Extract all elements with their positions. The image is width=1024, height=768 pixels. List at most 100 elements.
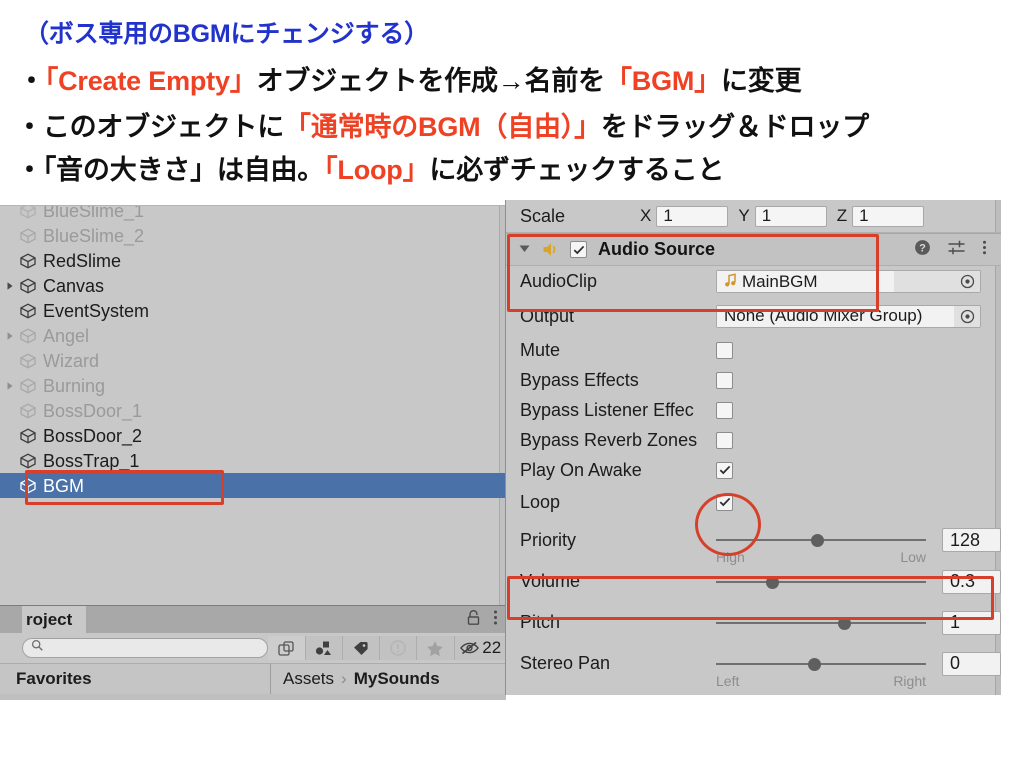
bypass-effects-checkbox[interactable] xyxy=(716,371,733,389)
expand-triangle-icon[interactable] xyxy=(2,328,18,344)
search-input[interactable] xyxy=(22,638,269,658)
bypass-reverb-zones-row[interactable]: Bypass Reverb Zones xyxy=(506,425,1001,455)
hierarchy-item-label: RedSlime xyxy=(43,250,122,271)
priority-value-input[interactable]: 128 xyxy=(942,528,1001,552)
play-on-awake-row[interactable]: Play On Awake xyxy=(506,455,1001,485)
hierarchy-item-bosstrap-1[interactable]: BossTrap_1 xyxy=(0,448,506,473)
mute-label: Mute xyxy=(520,339,561,360)
slider-track xyxy=(716,580,926,583)
audioclip-object-field[interactable]: MainBGM xyxy=(716,270,981,293)
pitch-slider[interactable] xyxy=(716,608,926,638)
axis-label-z: Z xyxy=(836,206,848,225)
audio-source-component-header[interactable]: Audio Source ? xyxy=(506,233,1001,266)
slider-knob[interactable] xyxy=(808,657,822,671)
bypass-effects-row[interactable]: Bypass Effects xyxy=(506,365,1001,395)
volume-label: Volume xyxy=(520,571,581,591)
priority-row[interactable]: Priority High Low 128 xyxy=(506,519,1001,565)
hierarchy-item-bossdoor-2[interactable]: BossDoor_2 xyxy=(0,423,506,448)
breadcrumb-mysounds[interactable]: MySounds xyxy=(354,669,440,689)
bypass-reverb-zones-checkbox[interactable] xyxy=(716,431,733,449)
expand-triangle-icon[interactable] xyxy=(2,378,18,394)
gameobject-cube-icon xyxy=(18,327,38,345)
kebab-menu-icon[interactable] xyxy=(982,239,987,261)
bypass-listener-effects-row[interactable]: Bypass Listener Effec xyxy=(506,395,1001,425)
slider-knob[interactable] xyxy=(837,616,851,630)
volume-row[interactable]: Volume 0.3 xyxy=(506,561,1001,602)
scale-x-input[interactable]: 1 xyxy=(656,205,729,227)
mute-row[interactable]: Mute xyxy=(506,335,1001,365)
slider-knob[interactable] xyxy=(766,575,780,589)
loop-row[interactable]: Loop xyxy=(506,485,1001,519)
hierarchy-item-bossdoor-1[interactable]: BossDoor_1 xyxy=(0,398,506,423)
bypass-listener-effects-checkbox[interactable] xyxy=(716,401,733,419)
output-object-field[interactable]: None (Audio Mixer Group) xyxy=(716,304,981,328)
hierarchy-item-blueslime-2[interactable]: BlueSlime_2 xyxy=(0,223,506,248)
hierarchy-item-wizard[interactable]: Wizard xyxy=(0,348,506,373)
preset-sliders-icon[interactable] xyxy=(947,239,966,261)
hierarchy-item-bgm[interactable]: BGM xyxy=(0,473,506,498)
bullet-1-part-2: オブジェクトを作成→名前を xyxy=(256,66,606,96)
scale-z-input[interactable]: 1 xyxy=(852,205,925,227)
inspector-panel[interactable]: Scale X 1 Y 1 Z 1 Audio Source ? AudioCl… xyxy=(505,200,1001,695)
priority-slider[interactable]: High Low xyxy=(716,525,926,565)
object-picker-icon[interactable] xyxy=(954,271,980,292)
breadcrumb-assets[interactable]: Assets xyxy=(283,669,334,689)
gameobject-cube-icon xyxy=(18,352,38,370)
hierarchy-item-label: Angel xyxy=(43,325,90,346)
search-popout-button[interactable] xyxy=(268,636,305,660)
hidden-items-icon-button[interactable]: 22 xyxy=(453,636,506,660)
scale-label: Scale xyxy=(520,205,566,226)
hierarchy-item-blueslime-1[interactable]: BlueSlime_1 xyxy=(0,206,506,223)
slide-title: （ボス専用のBGMにチェンジする） xyxy=(24,20,429,48)
stereo-pan-slider[interactable]: Left Right xyxy=(716,649,926,689)
stereo-pan-value-input[interactable]: 0 xyxy=(942,651,1001,676)
slide-text-block: （ボス専用のBGMにチェンジする） ・「Create Empty」オブジェクトを… xyxy=(0,0,1024,205)
stereo-pan-slider-end-labels: Left Right xyxy=(716,673,926,689)
hierarchy-panel[interactable]: BlueSlime_1 BlueSlime_2 RedSlime Canvas xyxy=(0,205,506,606)
hierarchy-item-redslime[interactable]: RedSlime xyxy=(0,248,506,273)
hierarchy-item-eventsystem[interactable]: EventSystem xyxy=(0,298,506,323)
label-filter-icon-button[interactable] xyxy=(341,636,380,660)
bullet-3-part-1: 「音の大きさ」は自由。 xyxy=(42,155,325,185)
favorites-label[interactable]: Favorites xyxy=(0,669,270,689)
foldout-triangle-down-icon[interactable] xyxy=(518,241,531,259)
tab-project[interactable]: roject xyxy=(22,606,87,633)
output-row[interactable]: Output None (Audio Mixer Group) xyxy=(506,297,1001,335)
favorite-star-icon-button[interactable] xyxy=(416,636,454,660)
scale-y-input[interactable]: 1 xyxy=(754,205,827,227)
hierarchy-item-angel[interactable]: Angel xyxy=(0,323,506,348)
volume-value-input[interactable]: 0.3 xyxy=(942,569,1001,594)
gameobject-cube-icon xyxy=(18,277,38,295)
play-on-awake-checkbox[interactable] xyxy=(716,461,733,479)
slide-page: （ボス専用のBGMにチェンジする） ・「Create Empty」オブジェクトを… xyxy=(0,0,1024,768)
bullet-marker: ・ xyxy=(16,112,43,142)
lock-icon[interactable] xyxy=(466,609,481,631)
scale-z-axis: Z 1 xyxy=(836,205,925,227)
object-picker-icon[interactable] xyxy=(954,305,980,327)
audioclip-row[interactable]: AudioClip MainBGM xyxy=(506,266,1001,297)
help-icon[interactable]: ? xyxy=(914,239,931,261)
type-filter-icon-button[interactable] xyxy=(304,636,342,660)
hierarchy-item-canvas[interactable]: Canvas xyxy=(0,273,506,298)
audio-source-enabled-checkbox[interactable] xyxy=(570,241,587,258)
slider-knob[interactable] xyxy=(810,534,824,547)
transform-scale-row[interactable]: Scale X 1 Y 1 Z 1 xyxy=(506,200,1001,233)
hierarchy-item-burning[interactable]: Burning xyxy=(0,373,506,398)
gameobject-cube-icon xyxy=(18,206,38,220)
bullet-1-part-1: 「Create Empty」 xyxy=(44,66,257,96)
volume-slider[interactable] xyxy=(716,567,926,597)
project-panel[interactable]: roject 22 Favorites Assets › MySounds xyxy=(0,605,506,700)
warning-filter-icon-button[interactable] xyxy=(379,636,417,660)
play-on-awake-label: Play On Awake xyxy=(520,459,642,480)
expand-triangle-icon[interactable] xyxy=(2,278,18,294)
loop-checkbox[interactable] xyxy=(716,493,733,511)
kebab-menu-icon[interactable] xyxy=(493,609,498,631)
pitch-value-input[interactable]: 1 xyxy=(942,610,1001,635)
mute-checkbox[interactable] xyxy=(716,341,733,359)
stereo-pan-row[interactable]: Stereo Pan Left Right 0 xyxy=(506,643,1001,689)
music-note-icon xyxy=(724,272,737,292)
bullet-1-part-3: 「BGM」 xyxy=(604,66,721,96)
pitch-row[interactable]: Pitch 1 xyxy=(506,602,1001,643)
scale-x-axis: X 1 xyxy=(640,205,729,227)
inspector-content: Scale X 1 Y 1 Z 1 Audio Source ? AudioCl… xyxy=(506,200,1001,689)
